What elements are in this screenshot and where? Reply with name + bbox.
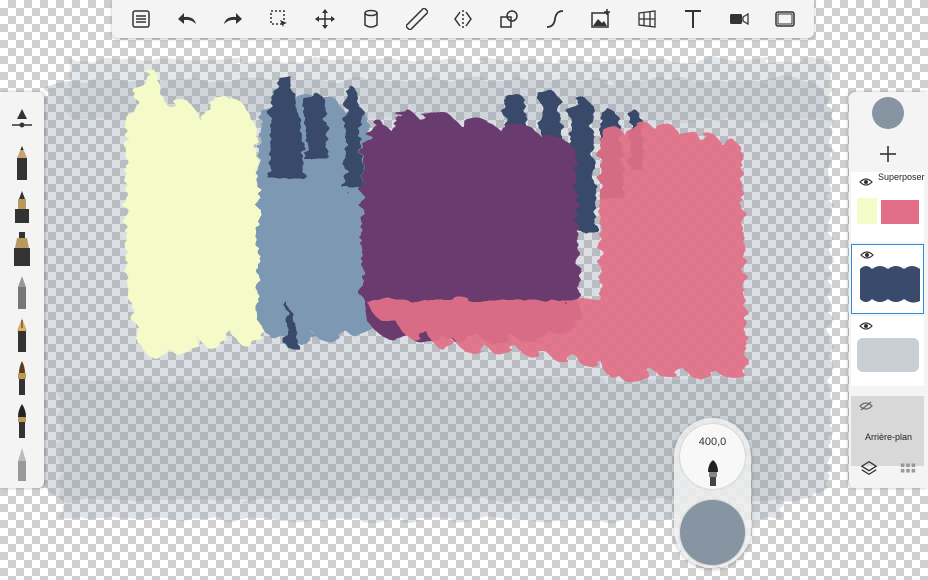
airbrush-icon[interactable] xyxy=(2,270,42,313)
video-icon[interactable] xyxy=(722,4,756,34)
marker-icon[interactable] xyxy=(2,227,42,270)
paintbrush-icon[interactable] xyxy=(2,356,42,399)
layer-thumbnail xyxy=(857,338,919,372)
ruler-icon[interactable] xyxy=(400,4,434,34)
layers-stack-icon[interactable] xyxy=(858,457,880,479)
ballpoint-icon[interactable] xyxy=(2,184,42,227)
add-image-icon[interactable] xyxy=(584,4,618,34)
brush-puck: 400,0 xyxy=(674,418,751,568)
cream-strokes xyxy=(126,70,265,359)
eye-icon[interactable] xyxy=(859,177,873,187)
fill-icon[interactable] xyxy=(354,4,388,34)
layer-item[interactable] xyxy=(851,316,924,386)
eye-hidden-icon[interactable] xyxy=(859,401,873,411)
brush-library xyxy=(0,92,44,488)
color-puck[interactable] xyxy=(680,500,745,565)
text-icon[interactable] xyxy=(676,4,710,34)
eye-icon[interactable] xyxy=(860,250,874,260)
smudge-icon[interactable] xyxy=(2,442,42,485)
list-icon[interactable] xyxy=(124,4,158,34)
shapes-icon[interactable] xyxy=(492,4,526,34)
brush-size-value: 400,0 xyxy=(698,436,727,448)
grid-view-icon[interactable] xyxy=(897,457,919,479)
transform-icon[interactable] xyxy=(308,4,342,34)
drawing-canvas[interactable] xyxy=(0,0,928,580)
redo-icon[interactable] xyxy=(216,4,250,34)
ink-brush-icon[interactable] xyxy=(2,399,42,442)
selection-icon[interactable] xyxy=(262,4,296,34)
top-toolbar xyxy=(112,0,814,38)
curve-icon[interactable] xyxy=(538,4,572,34)
layers-panel: Superposer Arrière-plan xyxy=(849,92,928,488)
pencil-icon[interactable] xyxy=(2,141,42,184)
brush-tip-icon xyxy=(708,460,718,486)
layers-footer xyxy=(849,454,928,482)
layer-thumbnail xyxy=(857,198,919,224)
eye-icon[interactable] xyxy=(859,321,873,331)
layer-item[interactable]: Superposer xyxy=(851,172,925,242)
layer-item[interactable] xyxy=(851,244,924,314)
symmetry-icon[interactable] xyxy=(446,4,480,34)
brush-size-slider-icon[interactable] xyxy=(2,98,42,141)
undo-icon[interactable] xyxy=(170,4,204,34)
current-color-swatch[interactable] xyxy=(872,97,904,129)
layer-blend-mode: Superposer xyxy=(878,172,925,182)
background-layer-label: Arrière-plan xyxy=(865,432,913,442)
brush-size-puck[interactable]: 400,0 xyxy=(680,424,745,489)
layer-thumbnail xyxy=(860,266,920,303)
perspective-grid-icon[interactable] xyxy=(630,4,664,34)
fountain-pen-icon[interactable] xyxy=(2,313,42,356)
add-layer-icon[interactable] xyxy=(878,144,898,164)
fullscreen-icon[interactable] xyxy=(768,4,802,34)
